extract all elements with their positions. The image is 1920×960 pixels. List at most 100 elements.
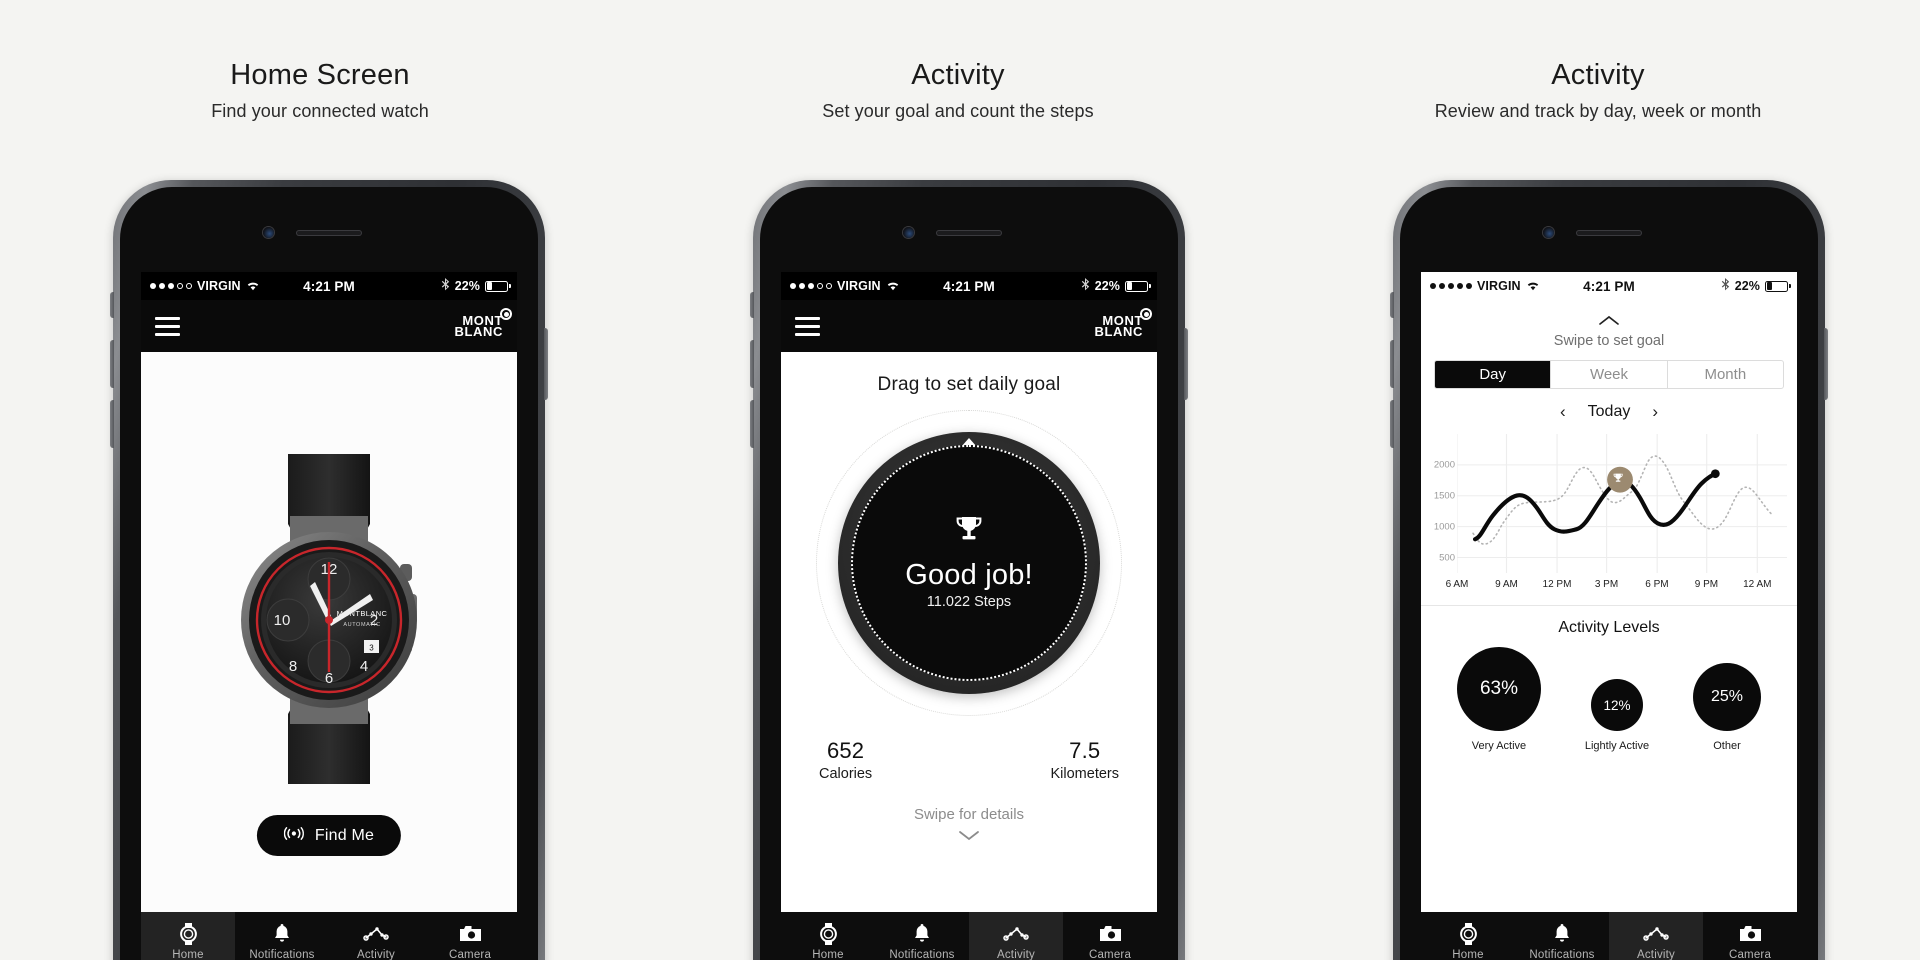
panel-caption-activity-review: Activity Review and track by day, week o… [1318,59,1878,122]
earpiece-speaker [296,230,362,236]
tab-home[interactable]: Home [1421,912,1515,960]
volume-down-button[interactable] [750,400,754,448]
svg-text:10: 10 [274,612,291,629]
level-lightly-active[interactable]: 12% Lightly Active [1585,679,1649,752]
level-label: Very Active [1471,740,1527,752]
tab-notifications[interactable]: Notifications [1515,912,1609,960]
goal-stats: 652 Calories 7.5 Kilometers [781,738,1157,782]
phone-screen: VIRGIN 4:21 PM 22% [781,272,1157,960]
panel-caption-activity-goal: Activity Set your goal and count the ste… [678,59,1238,122]
tab-camera[interactable]: Camera [1063,912,1157,960]
goal-steps: 11.022 Steps [926,594,1012,610]
segment-day[interactable]: Day [1435,361,1551,388]
goal-dial-inner: Good job! 11.022 Steps [851,445,1087,681]
bluetooth-icon [1081,278,1090,294]
clock-label: 4:21 PM [1583,278,1635,294]
power-button[interactable] [544,328,548,400]
swipe-for-details[interactable]: Swipe for details [781,806,1157,845]
phone-mockup-goal: VIRGIN 4:21 PM 22% MONT BLANC Drag to se… [750,180,1188,960]
clock-label: 4:21 PM [943,278,995,294]
chart-endpoint-marker [1710,469,1720,479]
front-camera-icon [903,227,914,238]
signal-strength-icon [1430,283,1472,289]
svg-text:AUTOMATIC: AUTOMATIC [343,622,380,628]
tab-activity[interactable]: Activity [969,912,1063,960]
goal-dial-face: Good job! 11.022 Steps [853,447,1085,679]
bluetooth-icon [441,278,450,294]
phone-screen: VIRGIN 4:21 PM 22% [1421,272,1797,960]
bell-icon [1553,922,1571,946]
find-me-button[interactable]: Find Me [256,815,402,856]
wifi-icon [246,279,260,294]
carrier-label: VIRGIN [1477,279,1521,293]
carrier-label: VIRGIN [197,279,241,293]
tab-label: Activity [1636,948,1676,960]
volume-up-button[interactable] [750,340,754,388]
stat-label: Calories [819,766,873,782]
achievement-badge [1607,466,1633,493]
hamburger-icon[interactable] [795,316,820,336]
goal-message: Good job! [905,559,1033,591]
earpiece-speaker [1576,230,1642,236]
tab-notifications[interactable]: Notifications [875,912,969,960]
watch-icon [1459,922,1478,946]
battery-icon [485,281,512,292]
tab-activity[interactable]: Activity [1609,912,1703,960]
volume-up-button[interactable] [1390,340,1394,388]
mute-switch[interactable] [1390,292,1394,318]
watch-image: 122 46 810 3 MONTBLANC AUTOMATIC [214,454,444,784]
hamburger-icon[interactable] [155,316,180,336]
screenshot-stage: Home Screen Find your connected watch Ac… [0,0,1920,960]
activity-levels-title: Activity Levels [1558,619,1660,636]
chevron-up-icon[interactable] [1598,313,1620,330]
tab-camera[interactable]: Camera [423,912,517,960]
segment-month[interactable]: Month [1666,361,1783,388]
logo-line-2: BLANC [1094,324,1143,339]
camera-icon [1739,922,1762,946]
power-button[interactable] [1824,328,1828,400]
volume-up-button[interactable] [110,340,114,388]
tab-activity[interactable]: Activity [329,912,423,960]
chevron-down-icon[interactable] [781,828,1157,845]
y-tick: 1000 [1433,521,1455,533]
activity-icon [1003,922,1029,946]
camera-icon [1099,922,1122,946]
activity-icon [363,922,389,946]
y-tick: 2000 [1433,459,1455,471]
bluetooth-icon [1721,278,1730,294]
panel-subtitle: Review and track by day, week or month [1434,100,1762,121]
svg-text:8: 8 [289,658,297,675]
status-bar: VIRGIN 4:21 PM 22% [141,272,517,300]
chevron-left-icon[interactable]: ‹ [1560,402,1566,422]
level-very-active[interactable]: 63% Very Active [1456,647,1541,752]
goal-dial[interactable]: Good job! 11.022 Steps [838,432,1100,694]
swipe-to-set-goal[interactable]: Swipe to set goal [1421,300,1797,349]
mute-switch[interactable] [750,292,754,318]
phone-screen: VIRGIN 4:21 PM 22% [141,272,517,960]
wifi-icon [1526,279,1540,294]
bell-icon [273,922,291,946]
tab-home[interactable]: Home [141,912,235,960]
mute-switch[interactable] [110,292,114,318]
activity-chart: 2000 1500 1000 500 6 AM 9 AM 12 PM 3 PM … [1427,434,1787,599]
volume-down-button[interactable] [110,400,114,448]
x-tick: 12 PM [1542,579,1572,590]
segment-week[interactable]: Week [1550,361,1666,388]
tab-notifications[interactable]: Notifications [235,912,329,960]
signal-strength-icon [790,283,832,289]
tab-home[interactable]: Home [781,912,875,960]
volume-down-button[interactable] [1390,400,1394,448]
chart-x-axis: 6 AM 9 AM 12 PM 3 PM 6 PM 9 PM 12 AM [1446,579,1787,599]
front-camera-icon [1543,227,1554,238]
power-button[interactable] [1184,328,1188,400]
tab-label: Home [172,948,204,960]
clock-label: 4:21 PM [303,278,355,294]
tab-camera[interactable]: Camera [1703,912,1797,960]
tab-label: Home [812,948,844,960]
level-other[interactable]: 25% Other [1693,663,1761,752]
phone-bezel: VIRGIN 4:21 PM 22% [1400,187,1818,960]
chevron-right-icon[interactable]: › [1652,402,1658,422]
stat-value: 7.5 [1069,738,1101,763]
logo-line-2: BLANC [454,324,503,339]
goal-content: Drag to set daily goal Good job! 11.022 … [781,352,1157,912]
